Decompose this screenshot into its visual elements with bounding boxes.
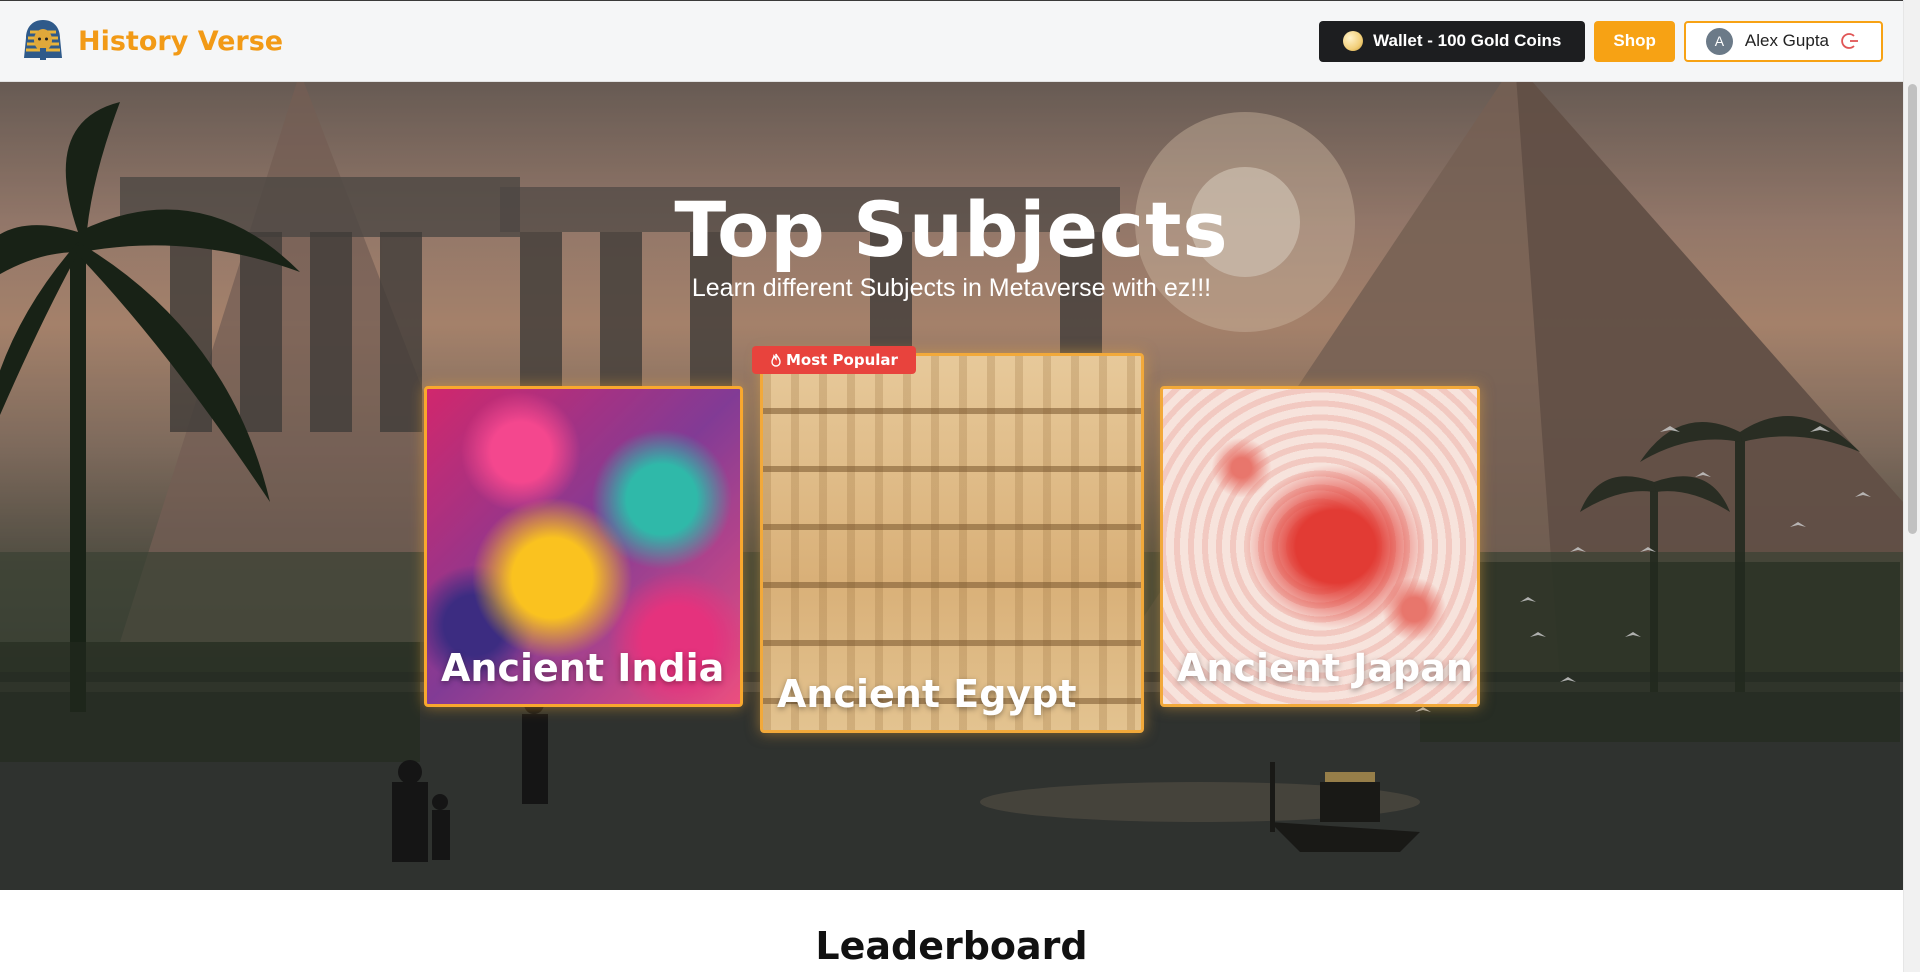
vertical-scrollbar[interactable] — [1903, 0, 1920, 972]
leaderboard-heading: Leaderboard — [815, 924, 1088, 968]
fire-icon — [771, 353, 781, 367]
logout-icon[interactable] — [1841, 31, 1861, 51]
hero-subtitle: Learn different Subjects in Metaverse wi… — [691, 274, 1212, 302]
subject-card-title: Ancient India — [441, 646, 725, 690]
badge-label: Most Popular — [786, 351, 898, 369]
subject-card-ancient-egypt[interactable]: Ancient Egypt — [760, 353, 1144, 733]
user-name: Alex Gupta — [1744, 31, 1829, 50]
subject-card-title: Ancient Egypt — [777, 672, 1077, 716]
brand[interactable]: History Verse — [20, 18, 283, 64]
brand-name: History Verse — [78, 25, 284, 57]
avatar: A — [1705, 27, 1733, 55]
nav-actions: Wallet - 100 Gold Coins Shop A Alex Gupt… — [1319, 20, 1883, 62]
shop-button[interactable]: Shop — [1594, 20, 1675, 62]
subject-card-ancient-japan[interactable]: Ancient Japan — [1160, 386, 1480, 707]
most-popular-badge: Most Popular — [752, 346, 916, 374]
pharaoh-mask-icon — [24, 20, 62, 60]
wallet-label: Wallet - 100 Gold Coins — [1373, 31, 1562, 50]
wallet-button[interactable]: Wallet - 100 Gold Coins — [1319, 20, 1586, 62]
top-navbar: History Verse Wallet - 100 Gold Coins Sh… — [0, 0, 1903, 82]
hero-section: Top Subjects Learn different Subjects in… — [0, 82, 1903, 890]
subject-card-ancient-india[interactable]: Ancient India — [424, 386, 743, 707]
scrollbar-thumb[interactable] — [1908, 84, 1917, 534]
hero-title: Top Subjects — [674, 185, 1229, 274]
subject-card-title: Ancient Japan — [1177, 646, 1473, 690]
user-menu[interactable]: A Alex Gupta — [1683, 20, 1883, 62]
gold-coin-icon — [1343, 31, 1364, 51]
